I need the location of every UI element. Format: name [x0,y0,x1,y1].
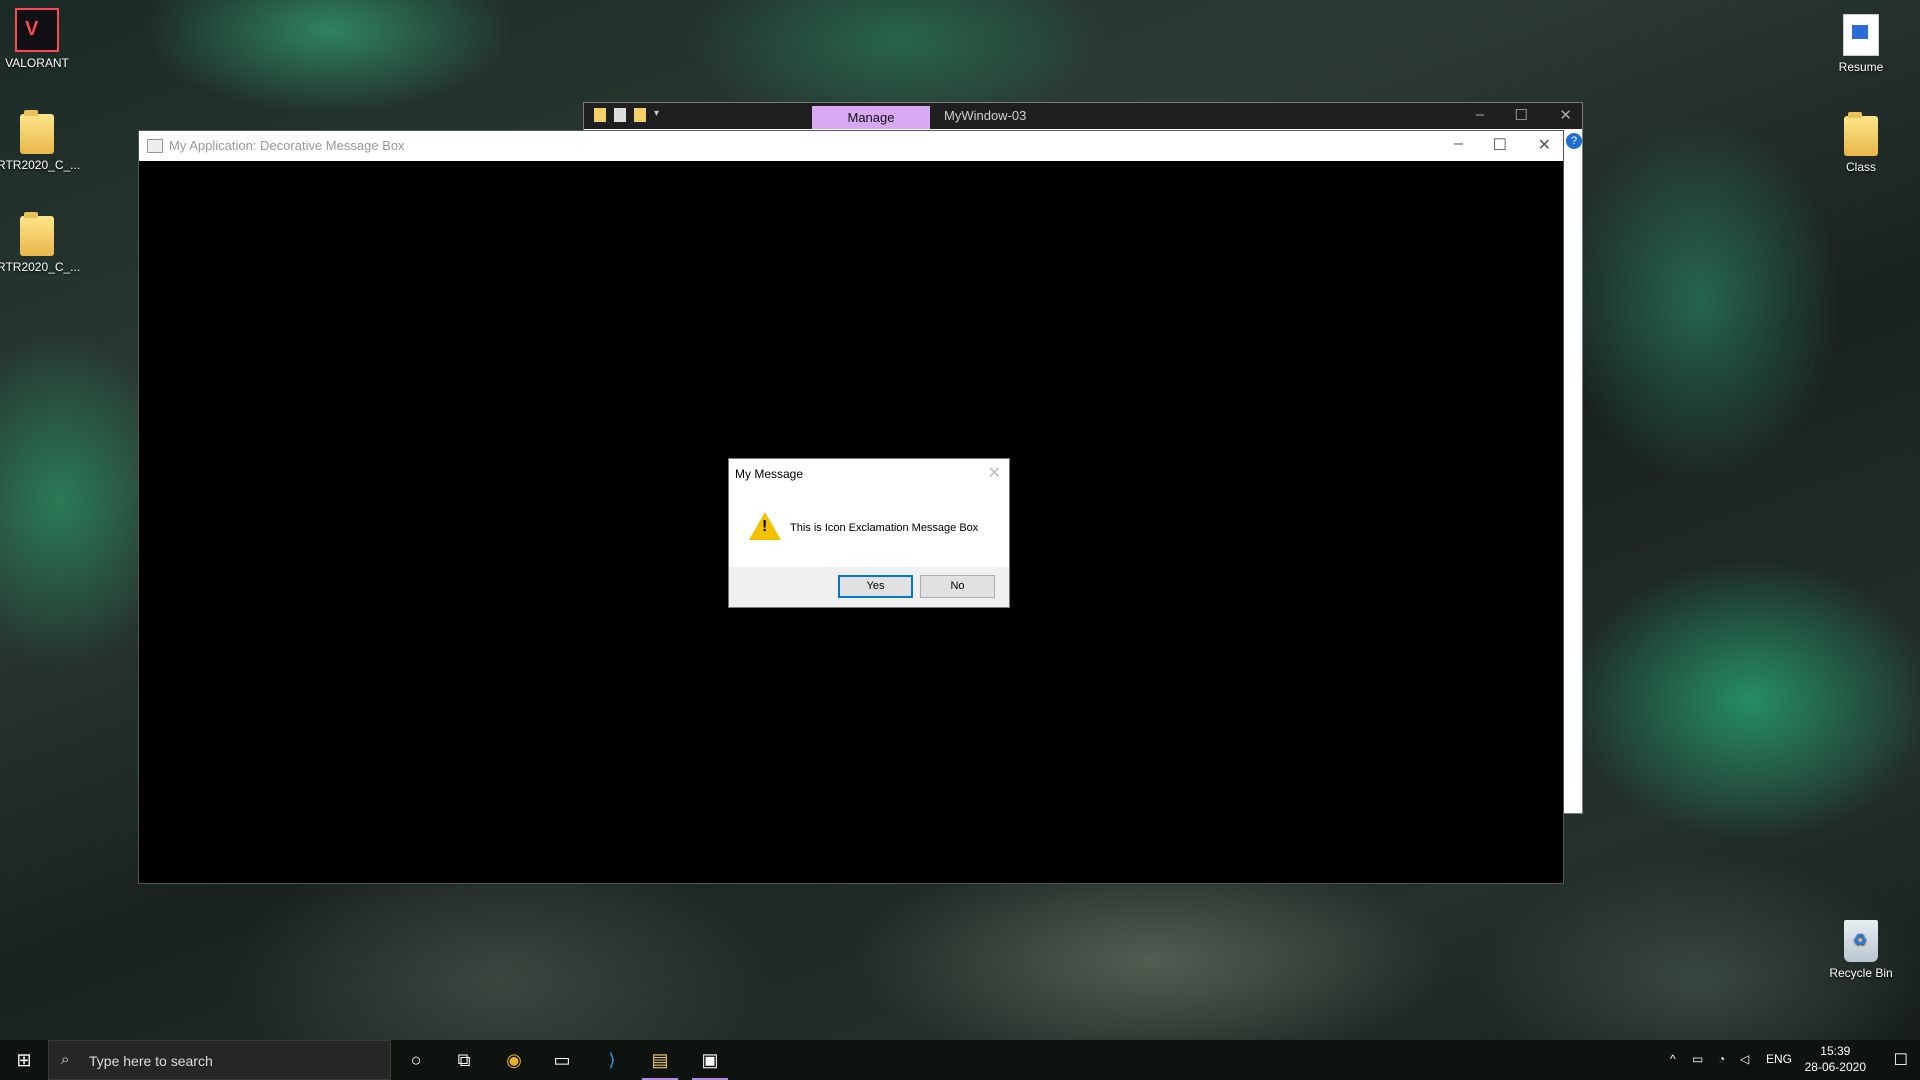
desktop-icon-label: Recycle Bin [1829,966,1893,980]
maximize-icon[interactable]: ☐ [1493,135,1507,155]
dialog-close-icon[interactable]: ✕ [988,463,1001,483]
no-button[interactable]: No [920,575,995,598]
desktop-icon-recycle-bin[interactable]: ♻ Recycle Bin [1821,920,1901,980]
windows-logo-icon: ⊞ [16,1049,32,1070]
app-title-bar[interactable]: My Application: Decorative Message Box –… [139,131,1563,161]
close-icon[interactable]: ✕ [1559,106,1572,124]
my-application-taskbar-icon[interactable]: ▣ [686,1040,734,1080]
network-icon[interactable]: ◔ [1718,1052,1725,1066]
chrome-icon[interactable]: ◉ [490,1040,538,1080]
properties-icon[interactable] [614,108,626,122]
folder-icon[interactable] [594,108,606,122]
desktop-icon-resume[interactable]: Resume [1821,14,1901,74]
close-icon[interactable]: ✕ [1538,135,1551,155]
desktop-icon-label: VALORANT [5,56,69,70]
minimize-icon[interactable]: – [1476,106,1484,123]
help-icon[interactable]: ? [1566,133,1582,149]
tab-manage[interactable]: Manage [812,106,930,129]
battery-icon[interactable]: ▭ [1692,1052,1703,1066]
desktop-icon-label: RTR2020_C_... [0,158,81,172]
desktop-icon-label: RTR2020_C_... [0,260,81,274]
search-icon: ⌕ [61,1051,70,1068]
folder-icon [20,212,54,256]
explorer-title-bar: ▾ Manage MyWindow-03 – ☐ ✕ [584,103,1582,129]
valorant-app-icon: V [15,8,59,52]
cortana-icon[interactable]: ○ [392,1040,440,1080]
recycle-bin-icon: ♻ [1844,920,1878,962]
terminal-icon[interactable]: ▭ [538,1040,586,1080]
yes-button[interactable]: Yes [838,575,913,598]
notification-icon[interactable]: ☐ [1894,1050,1908,1070]
task-view-icon[interactable]: ⧉ [440,1040,488,1080]
dialog-button-bar: Yes No [729,567,1009,607]
quick-access-toolbar: ▾ [594,108,666,122]
explorer-title: MyWindow-03 [944,108,1027,123]
new-folder-icon[interactable] [634,108,646,122]
show-hidden-icons-icon[interactable]: ^ [1670,1052,1676,1066]
desktop-icon-folder-2[interactable]: RTR2020_C_... [0,212,81,274]
desktop-icon-valorant[interactable]: V VALORANT [0,8,77,70]
taskbar: ⊞ ⌕ Type here to search ○ ⧉ ◉ ▭ ⟩ ▤ ▣ ^ … [0,1040,1920,1080]
folder-icon [20,110,54,154]
message-box-dialog: My Message ✕ This is Icon Exclamation Me… [728,458,1010,608]
maximize-icon[interactable]: ☐ [1515,106,1528,124]
desktop-icon-class[interactable]: Class [1821,112,1901,174]
search-placeholder: Type here to search [89,1053,213,1069]
desktop-icon-label: Class [1845,160,1876,174]
clock[interactable]: 15:39 28-06-2020 [1805,1043,1866,1075]
file-explorer-icon[interactable]: ▤ [636,1040,684,1080]
document-icon [1843,14,1879,56]
clock-time: 15:39 [1820,1044,1851,1058]
dialog-title: My Message [735,467,804,481]
start-button[interactable]: ⊞ [0,1040,48,1080]
language-indicator[interactable]: ENG [1766,1052,1792,1066]
clock-date: 28-06-2020 [1804,1060,1866,1074]
app-window-icon [147,139,163,153]
customize-chevron-icon[interactable]: ▾ [654,108,666,122]
desktop-icon-label: Resume [1838,60,1884,74]
app-window-title: My Application: Decorative Message Box [169,138,405,153]
minimize-icon[interactable]: – [1454,135,1463,153]
folder-icon [1844,112,1878,156]
search-box[interactable]: ⌕ Type here to search [48,1040,391,1080]
vscode-icon[interactable]: ⟩ [588,1040,636,1080]
desktop-icon-folder-1[interactable]: RTR2020_C_... [0,110,81,172]
volume-icon[interactable]: ◁ [1740,1052,1749,1066]
exclamation-warning-icon [749,512,781,540]
dialog-message: This is Icon Exclamation Message Box [790,522,979,534]
